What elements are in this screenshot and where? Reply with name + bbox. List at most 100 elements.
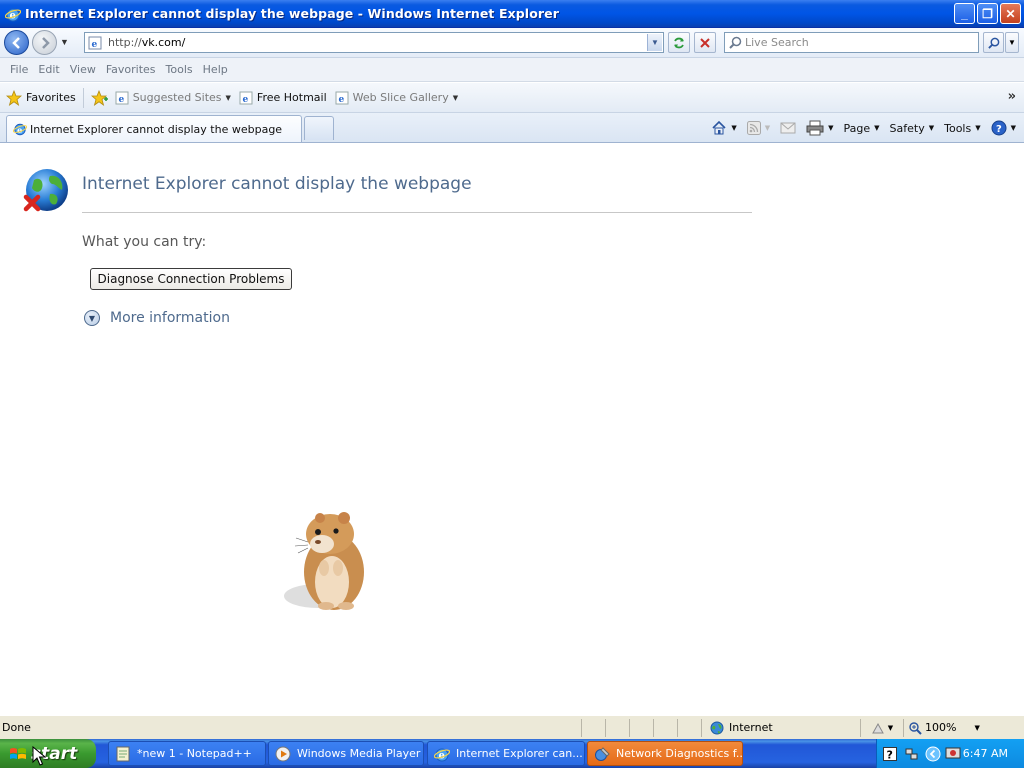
navigation-bar: ▼ e http://vk.com/ ▼ Live Search ▼ (0, 28, 1024, 58)
svg-text:e: e (92, 40, 98, 50)
page-menu[interactable]: Page ▼ (844, 122, 880, 135)
protected-mode-icon (871, 722, 884, 733)
svg-text:?: ? (996, 124, 1002, 135)
what-you-can-try-label: What you can try: (82, 234, 207, 250)
start-button[interactable]: start (0, 739, 96, 768)
taskbar-media-player[interactable]: Windows Media Player (268, 741, 424, 766)
search-go-icon (987, 37, 999, 49)
taskbar: start *new 1 - Notepad++ Windows Media P… (0, 739, 1024, 768)
taskbar-notepad[interactable]: *new 1 - Notepad++ (108, 741, 266, 766)
security-zone[interactable]: Internet (710, 721, 860, 735)
window-title-bar[interactable]: e Internet Explorer cannot display the w… (0, 0, 1024, 28)
taskbar-internet-explorer[interactable]: e Internet Explorer can... (427, 741, 585, 766)
restore-icon: ❐ (982, 6, 993, 21)
command-bar: ▼ ▼ ▼ Page ▼ Safety ▼ Tools ▼ ? ▼ (701, 117, 1016, 139)
more-information-label: More information (110, 310, 230, 326)
favorites-label: Favorites (26, 91, 76, 104)
status-cell (654, 718, 678, 737)
suggested-sites-link[interactable]: e Suggested Sites ▼ (115, 91, 231, 105)
refresh-icon (674, 37, 684, 48)
new-tab-button[interactable] (304, 116, 334, 140)
globe-error-icon (23, 169, 68, 212)
star-icon (6, 89, 22, 106)
network-diagnostics-icon (595, 746, 610, 761)
svg-text:e: e (338, 95, 344, 105)
minimize-button[interactable]: _ (954, 3, 975, 24)
status-cell (582, 718, 606, 737)
more-information-link[interactable]: ▼ More information (84, 310, 230, 326)
svg-text:e: e (242, 95, 248, 105)
add-to-favorites-icon[interactable] (90, 89, 109, 106)
diagnose-connection-button[interactable]: Diagnose Connection Problems (90, 268, 292, 290)
svg-text:e: e (118, 95, 124, 105)
minimize-icon: _ (961, 6, 968, 21)
url-text: http://vk.com/ (108, 36, 186, 49)
remote-desktop-tray-icon[interactable] (945, 747, 961, 761)
ie-icon: e (434, 748, 450, 761)
free-hotmail-link[interactable]: e Free Hotmail (239, 91, 327, 105)
close-icon: ✕ (1005, 6, 1016, 21)
tools-menu[interactable]: Tools ▼ (944, 122, 981, 135)
mouse-cursor-icon (32, 746, 46, 766)
error-heading: Internet Explorer cannot display the web… (82, 174, 472, 194)
mail-icon (780, 122, 796, 134)
system-tray: ? 6:47 AM (876, 739, 1024, 768)
window-title: Internet Explorer cannot display the web… (25, 6, 559, 21)
stop-button[interactable] (694, 32, 716, 53)
safety-menu[interactable]: Safety ▼ (890, 122, 935, 135)
protected-mode-button[interactable]: ▼ (860, 718, 904, 737)
ie-page-icon: e (115, 91, 129, 105)
menu-bar: File Edit View Favorites Tools Help (0, 58, 1024, 82)
home-button[interactable]: ▼ (711, 120, 737, 136)
menu-help[interactable]: Help (203, 63, 228, 76)
close-button[interactable]: ✕ (1000, 3, 1021, 24)
help-icon: ? (991, 120, 1007, 136)
search-field[interactable]: Live Search (724, 32, 979, 53)
help-tray-icon[interactable]: ? (883, 746, 897, 761)
menu-file[interactable]: File (10, 63, 28, 76)
back-button[interactable] (4, 30, 29, 55)
search-placeholder: Live Search (745, 36, 809, 49)
forward-arrow-icon (41, 36, 50, 49)
windows-logo-icon (10, 747, 26, 759)
ie-page-icon: e (335, 91, 349, 105)
refresh-button[interactable] (668, 32, 690, 53)
expand-chevron-icon: ▼ (84, 310, 100, 326)
taskbar-network-diagnostics[interactable]: Network Diagnostics f... (587, 741, 743, 766)
feeds-button[interactable]: ▼ (746, 121, 770, 135)
menu-favorites[interactable]: Favorites (106, 63, 156, 76)
status-text: Done (2, 718, 582, 737)
network-tray-icon[interactable] (905, 747, 919, 761)
favorites-overflow-chevron[interactable]: » (1008, 89, 1016, 104)
favorites-button[interactable]: Favorites (6, 89, 76, 106)
search-options-button[interactable]: ▼ (1005, 32, 1019, 53)
restore-button[interactable]: ❐ (977, 3, 998, 24)
menu-view[interactable]: View (70, 63, 96, 76)
menu-tools[interactable]: Tools (166, 63, 193, 76)
print-button[interactable]: ▼ (806, 120, 834, 136)
rss-feed-icon (746, 121, 761, 135)
address-bar[interactable]: e http://vk.com/ ▼ (84, 32, 664, 53)
forward-button[interactable] (32, 30, 57, 55)
recent-pages-dropdown[interactable]: ▼ (60, 37, 72, 49)
favorites-separator (82, 87, 84, 108)
ie-page-icon: e (239, 91, 253, 105)
notepad-icon (116, 746, 130, 761)
clock[interactable]: 6:47 AM (963, 747, 1008, 760)
favorites-bar: Favorites e Suggested Sites ▼ e Free Hotm… (0, 83, 1024, 113)
address-dropdown-button[interactable]: ▼ (647, 34, 662, 51)
menu-edit[interactable]: Edit (38, 63, 59, 76)
help-button[interactable]: ? ▼ (991, 120, 1016, 136)
search-button[interactable] (983, 32, 1004, 53)
read-mail-button[interactable] (780, 121, 796, 135)
svg-text:?: ? (887, 748, 893, 761)
search-icon (729, 36, 742, 49)
zoom-icon (909, 721, 922, 735)
web-slice-gallery-link[interactable]: e Web Slice Gallery ▼ (335, 91, 458, 105)
show-hidden-icons-chevron-icon[interactable] (925, 746, 941, 762)
page-content: Internet Explorer cannot display the web… (0, 144, 1024, 715)
tab-active[interactable]: e Internet Explorer cannot display the w… (6, 115, 302, 142)
stop-icon (700, 37, 710, 48)
zoom-level-button[interactable]: 100% ▼ (908, 721, 980, 735)
heading-divider (82, 212, 752, 213)
